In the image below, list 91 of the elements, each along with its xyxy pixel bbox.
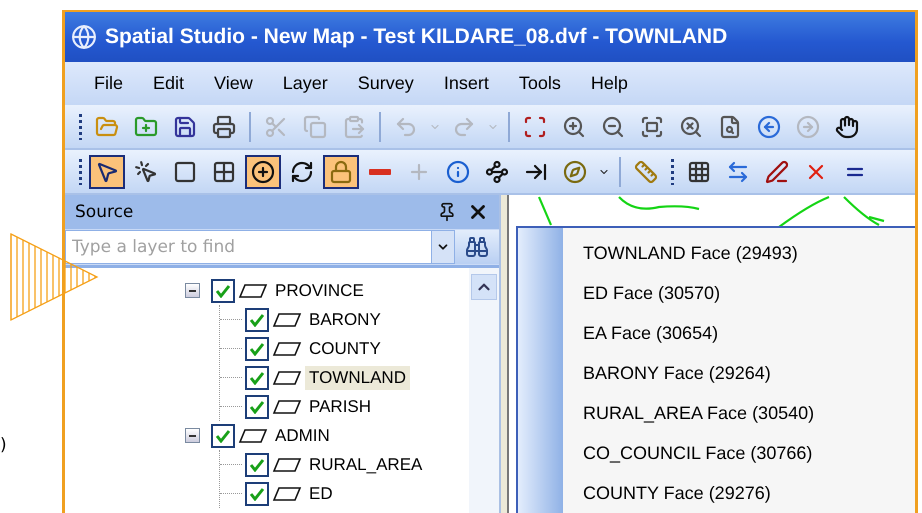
layer-label[interactable]: PROVINCE [271, 278, 368, 302]
dropdown-button[interactable] [431, 230, 455, 264]
fullscreen-icon [640, 114, 664, 138]
layer-label[interactable]: RURAL_AREA [305, 452, 426, 476]
polygon-layer-icon [272, 312, 302, 328]
checkbox[interactable] [245, 394, 269, 418]
minus-icon [369, 168, 391, 174]
globe-icon [71, 24, 97, 50]
binoculars-icon [465, 235, 489, 259]
grid-icon [212, 160, 236, 184]
menu-entry[interactable]: TOWNLAND Face (29493) [583, 234, 814, 274]
checkmark-icon [249, 370, 265, 384]
checkbox[interactable] [245, 366, 269, 390]
square-icon [173, 160, 197, 184]
polygon-layer-icon [272, 398, 302, 414]
checkbox[interactable] [245, 336, 269, 360]
pointer-click-icon [134, 160, 158, 184]
scissors-icon [264, 114, 288, 138]
refresh-icon [290, 160, 314, 184]
printer-icon [212, 114, 236, 138]
zoom-in-icon [562, 114, 586, 138]
compass-icon [563, 160, 587, 184]
collapse-icon[interactable] [185, 428, 200, 443]
checkbox[interactable] [245, 452, 269, 476]
menu-entry[interactable]: RURAL_AREA Face (30540) [583, 393, 814, 434]
menu-entry[interactable]: ED Face (30570) [583, 274, 814, 314]
menu-entry[interactable]: COUNTY Face (29276) [583, 473, 814, 513]
checkmark-icon [215, 284, 231, 298]
checkbox[interactable] [245, 482, 269, 506]
info-icon [446, 160, 470, 184]
layer-label[interactable]: BARONY [305, 308, 385, 332]
menu-item[interactable]: Edit [138, 73, 200, 94]
layer-label[interactable]: PARISH [305, 394, 376, 418]
menu-item[interactable]: File [79, 73, 138, 94]
toolbar-button[interactable] [89, 154, 125, 188]
menu-entry[interactable]: EA Face (30654) [583, 314, 814, 354]
polygon-layer-icon [272, 486, 302, 502]
layer-label[interactable]: COUNTY [305, 336, 385, 360]
nodes-icon [485, 160, 509, 184]
checkmark-icon [249, 486, 265, 500]
polygon-layer-icon [272, 340, 302, 356]
panel-title: Source [75, 202, 134, 222]
find-button[interactable] [455, 230, 499, 264]
checkmark-icon [249, 458, 265, 472]
checkmark-icon [215, 428, 231, 442]
checkmark-icon [249, 342, 265, 356]
polygon-layer-icon [238, 428, 268, 444]
checkbox[interactable] [211, 424, 235, 448]
page-magnifier-icon [718, 114, 742, 138]
collapse-icon[interactable] [185, 283, 200, 298]
menu-item[interactable]: Help [576, 73, 643, 94]
layer-label[interactable]: TOWNLAND [305, 366, 410, 390]
swap-arrows-icon [726, 160, 750, 184]
polygon-layer-icon [272, 456, 302, 472]
checkmark-icon [249, 312, 265, 326]
margin-text: ) [0, 435, 8, 455]
frame-icon [523, 114, 547, 138]
search-field[interactable]: Type a layer to find [65, 230, 431, 264]
menu-item[interactable]: Tools [504, 73, 576, 94]
window-title: Spatial Studio - New Map - Test KILDARE_08.dvf - TOWNLAND [105, 25, 728, 49]
grip-icon[interactable] [671, 158, 674, 184]
pencil-icon [765, 160, 789, 184]
hand-icon [835, 114, 859, 138]
checkmark-icon [249, 400, 265, 414]
circle-plus-icon [251, 160, 275, 184]
menu-item[interactable]: Insert [428, 73, 504, 94]
layer-label[interactable]: ADMIN [271, 424, 334, 448]
scroll-up-button[interactable] [471, 274, 497, 300]
menu-item[interactable]: Layer [268, 73, 343, 94]
grip-icon[interactable] [79, 114, 82, 140]
table-icon [687, 160, 711, 184]
padlock-icon [329, 160, 353, 184]
checkbox[interactable] [211, 278, 235, 302]
clipboard-icon [342, 114, 366, 138]
menu-entry[interactable]: BARONY Face (29264) [583, 354, 814, 394]
layer-label[interactable]: ED [305, 482, 337, 506]
toolbar-button[interactable] [323, 154, 359, 188]
menu-entry[interactable]: CO_COUNCIL Face (30766) [583, 433, 814, 474]
copy-icon [303, 114, 327, 138]
folder-icon [95, 114, 119, 138]
magnifier-x-icon [679, 114, 703, 138]
menu-item[interactable]: View [199, 73, 268, 94]
polygon-layer-icon [238, 282, 268, 298]
toolbar-button[interactable] [245, 154, 281, 188]
folder-plus-icon [134, 114, 158, 138]
polygon-layer-icon [272, 370, 302, 386]
menu-item[interactable]: Survey [342, 73, 429, 94]
ruler-icon [634, 160, 658, 184]
zoom-out-icon [601, 114, 625, 138]
checkbox[interactable] [245, 308, 269, 332]
grip-icon[interactable] [79, 158, 82, 184]
